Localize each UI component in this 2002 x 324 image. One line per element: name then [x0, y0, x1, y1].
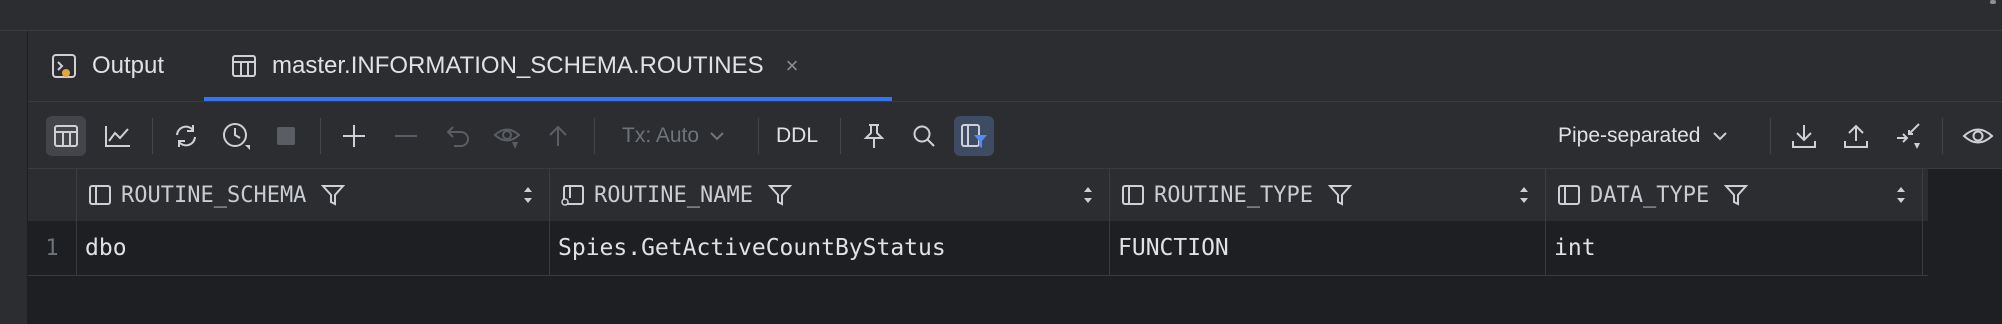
cell-routine-schema[interactable]: dbo: [77, 221, 550, 275]
tab-output[interactable]: Output: [50, 31, 164, 101]
cell-data-type[interactable]: int: [1546, 221, 1923, 275]
filter-icon[interactable]: [1327, 182, 1353, 208]
delete-row-icon[interactable]: [386, 116, 426, 156]
preview-changes-icon[interactable]: [488, 116, 528, 156]
filter-icon[interactable]: [767, 182, 793, 208]
filter-icon[interactable]: [320, 182, 346, 208]
upload-icon[interactable]: [1836, 116, 1876, 156]
chart-view-icon[interactable]: [98, 116, 138, 156]
view-eye-icon[interactable]: [1958, 116, 1998, 156]
left-gutter: [0, 31, 28, 324]
column-name: ROUTINE_SCHEMA: [121, 182, 307, 208]
separator: [152, 118, 153, 154]
tab-routines[interactable]: master.INFORMATION_SCHEMA.ROUTINES ×: [230, 31, 798, 101]
table-view-icon[interactable]: [46, 116, 86, 156]
tab-label: Output: [92, 52, 165, 79]
table-icon: [230, 52, 258, 80]
table-row[interactable]: 1 dbo Spies.GetActiveCountByStatus FUNCT…: [28, 221, 1928, 276]
active-tab-indicator: [204, 97, 892, 101]
title-strip: [0, 0, 2002, 31]
tab-label: master.INFORMATION_SCHEMA.ROUTINES: [272, 52, 764, 79]
cell-routine-type[interactable]: FUNCTION: [1110, 221, 1546, 275]
separator: [320, 118, 321, 154]
sort-icon[interactable]: [521, 183, 535, 207]
separator: [1770, 118, 1771, 154]
close-icon[interactable]: ×: [786, 53, 799, 79]
console-output-icon: [50, 52, 78, 80]
key-column-icon: [560, 182, 586, 208]
results-grid: ROUTINE_SCHEMA ROUTINE_NAME ROUTINE_TYPE…: [28, 169, 2002, 324]
column-header[interactable]: ROUTINE_TYPE: [1110, 169, 1546, 221]
separator: [594, 118, 595, 154]
ddl-button[interactable]: DDL: [776, 116, 818, 156]
column-name: ROUTINE_TYPE: [1154, 182, 1313, 208]
separator: [758, 118, 759, 154]
column-filter-icon[interactable]: [954, 116, 994, 156]
cell-routine-name[interactable]: Spies.GetActiveCountByStatus: [550, 221, 1110, 275]
column-header[interactable]: ROUTINE_SCHEMA: [77, 169, 550, 221]
export-format-dropdown[interactable]: Pipe-separated: [1558, 116, 1728, 156]
separator: [1942, 118, 1943, 154]
chevron-down-icon: [1713, 132, 1728, 141]
stop-icon[interactable]: [266, 116, 306, 156]
undo-icon[interactable]: [438, 116, 478, 156]
download-icon[interactable]: [1784, 116, 1824, 156]
export-format-label: Pipe-separated: [1558, 124, 1701, 147]
column-icon: [87, 182, 113, 208]
compare-icon[interactable]: [1888, 116, 1928, 156]
sort-icon[interactable]: [1081, 183, 1095, 207]
refresh-icon[interactable]: [166, 116, 206, 156]
row-number: 1: [28, 221, 77, 275]
submit-icon[interactable]: [538, 116, 578, 156]
pin-icon[interactable]: [854, 116, 894, 156]
column-name: ROUTINE_NAME: [594, 182, 753, 208]
transaction-mode-label: Tx: Auto: [622, 124, 700, 147]
column-header[interactable]: ROUTINE_NAME: [550, 169, 1110, 221]
separator: [840, 118, 841, 154]
grid-header: ROUTINE_SCHEMA ROUTINE_NAME ROUTINE_TYPE…: [28, 169, 1928, 221]
history-clock-icon[interactable]: [216, 116, 256, 156]
sort-icon[interactable]: [1517, 183, 1531, 207]
chevron-down-icon: [710, 132, 724, 141]
search-icon[interactable]: [904, 116, 944, 156]
sort-icon[interactable]: [1894, 183, 1908, 207]
filter-icon[interactable]: [1723, 182, 1749, 208]
tab-bar: Output master.INFORMATION_SCHEMA.ROUTINE…: [28, 31, 2002, 102]
column-icon: [1556, 182, 1582, 208]
column-header[interactable]: DATA_TYPE: [1546, 169, 1923, 221]
add-row-icon[interactable]: [334, 116, 374, 156]
transaction-mode-dropdown[interactable]: Tx: Auto: [622, 116, 725, 156]
column-name: DATA_TYPE: [1590, 182, 1710, 208]
window-control[interactable]: [1990, 0, 1996, 4]
results-toolbar: Tx: Auto DDL Pipe-separated: [28, 102, 2002, 169]
row-number-header: [28, 169, 77, 221]
column-icon: [1120, 182, 1146, 208]
